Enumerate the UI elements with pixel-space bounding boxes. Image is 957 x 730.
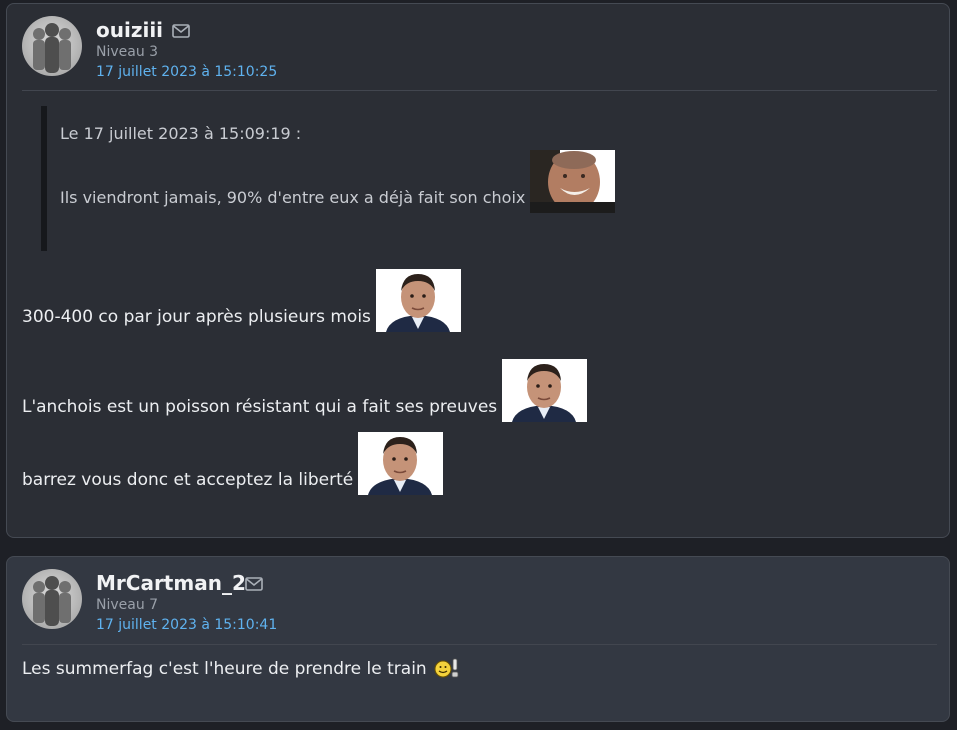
message-card: MrCartman_2 Niveau 7 17 juillet 2023 à 1… xyxy=(6,556,950,722)
quoted-message: Le 17 juillet 2023 à 15:09:19 : Ils vien… xyxy=(41,106,647,251)
mail-icon[interactable] xyxy=(172,24,190,38)
message-text: Les summerfag c'est l'heure de prendre l… xyxy=(22,659,427,679)
message-date-link[interactable]: 17 juillet 2023 à 15:10:25 xyxy=(96,64,277,80)
message-text: barrez vous donc et acceptez la liberté xyxy=(22,470,354,490)
politician-portrait-sticker-icon[interactable] xyxy=(502,359,588,422)
header-divider xyxy=(22,644,937,645)
avatar-silhouette-icon xyxy=(33,576,71,626)
smiley-train-emoji-icon xyxy=(434,658,459,678)
user-avatar[interactable] xyxy=(22,16,82,76)
message-line: L'anchois est un poisson résistant qui a… xyxy=(22,359,588,422)
quote-text: Ils viendront jamais, 90% d'entre eux a … xyxy=(60,188,526,207)
quote-header: Le 17 juillet 2023 à 15:09:19 : xyxy=(60,124,302,143)
message-line: barrez vous donc et acceptez la liberté xyxy=(22,432,444,495)
message-date-link[interactable]: 17 juillet 2023 à 15:10:41 xyxy=(96,617,277,633)
message-line: 300-400 co par jour après plusieurs mois xyxy=(22,269,461,332)
message-line: Les summerfag c'est l'heure de prendre l… xyxy=(22,657,461,679)
politician-portrait-sticker-icon[interactable] xyxy=(375,269,461,332)
message-text: L'anchois est un poisson résistant qui a… xyxy=(22,397,498,417)
author-username[interactable]: MrCartman_2 xyxy=(96,571,246,595)
smiling-man-sticker-icon[interactable] xyxy=(530,150,616,213)
mail-icon[interactable] xyxy=(245,577,263,591)
message-card: ouiziii Niveau 3 17 juillet 2023 à 15:10… xyxy=(6,3,950,538)
politician-portrait-sticker-icon[interactable] xyxy=(358,432,444,495)
message-text: 300-400 co par jour après plusieurs mois xyxy=(22,307,371,327)
avatar-silhouette-icon xyxy=(33,23,71,73)
author-level: Niveau 7 xyxy=(96,597,159,613)
header-divider xyxy=(22,90,937,91)
user-avatar[interactable] xyxy=(22,569,82,629)
quote-body: Ils viendront jamais, 90% d'entre eux a … xyxy=(60,150,616,213)
author-level: Niveau 3 xyxy=(96,44,159,60)
author-username[interactable]: ouiziii xyxy=(96,18,163,42)
